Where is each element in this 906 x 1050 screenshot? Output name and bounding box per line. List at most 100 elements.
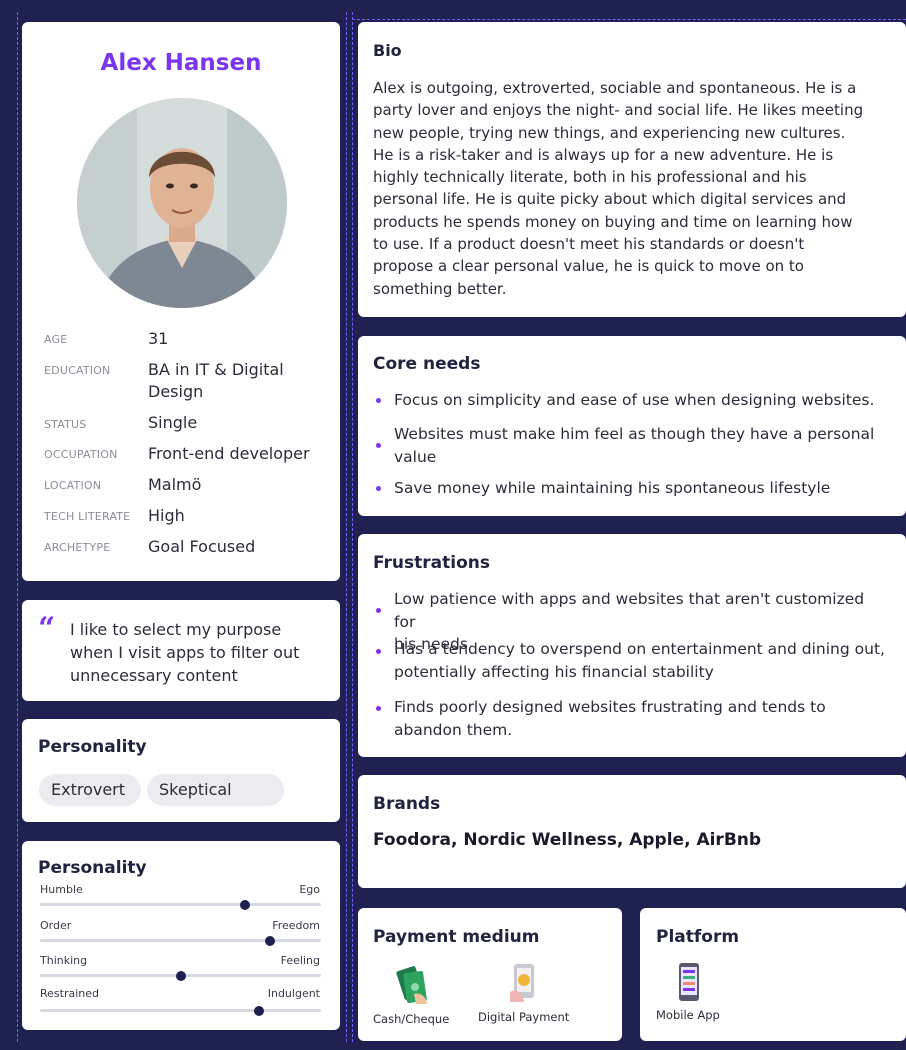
- frustration-line: Low patience with apps and websites that…: [394, 590, 865, 631]
- slider-left-label: Thinking: [40, 954, 88, 967]
- quote-line: when I visit apps to filter out: [70, 643, 300, 662]
- slider-right-label: Indulgent: [267, 987, 320, 1000]
- attr-value-education-line: Design: [148, 382, 204, 401]
- attr-label-location: LOCATION: [44, 479, 102, 492]
- personality-sliders-card: Personality Humble Ego Order Freedom Thi…: [22, 841, 340, 1030]
- avatar: [77, 98, 287, 308]
- attr-label-education: EDUCATION: [44, 364, 111, 377]
- bullet-dot: [376, 443, 381, 448]
- avatar-photo: [77, 98, 287, 308]
- core-need-line: Save money while maintaining his spontan…: [394, 479, 831, 497]
- slider-left-label: Restrained: [40, 987, 100, 1000]
- bullet-dot: [376, 706, 381, 711]
- bio-card: Bio Alex is outgoing, extroverted, socia…: [358, 22, 906, 317]
- guide-line: [352, 19, 906, 20]
- bio-line: propose a clear personal value, he is qu…: [373, 257, 804, 276]
- slider-right-label: Ego: [299, 883, 320, 896]
- bio-line: He is a risk-taker and is always up for …: [373, 145, 834, 164]
- slider-track-order-freedom: [40, 935, 321, 946]
- core-need-item: Focus on simplicity and ease of use when…: [394, 389, 889, 412]
- core-need-item: Websites must make him feel as though th…: [394, 423, 889, 468]
- payment-label: Cash/Cheque: [373, 1012, 450, 1026]
- brands-list: Foodora, Nordic Wellness, Apple, AirBnb: [373, 830, 762, 850]
- frustration-line: Has a tendency to overspend on entertain…: [394, 640, 885, 658]
- core-need-line: value: [394, 447, 437, 466]
- core-need-line: Focus on simplicity and ease of use when…: [394, 391, 875, 409]
- frustrations-card: Frustrations Low patience with apps and …: [358, 534, 906, 757]
- attr-value-status: Single: [148, 413, 198, 432]
- attr-label-tech-literate: TECH LITERATE: [44, 510, 131, 523]
- quote-card: “ I like to select my purpose when I vis…: [22, 600, 340, 701]
- brands-title: Brands: [373, 794, 441, 814]
- slider-right-label: Freedom: [272, 919, 320, 932]
- quote-line: unnecessary content: [70, 666, 238, 685]
- personality-sliders-title: Personality: [38, 858, 147, 878]
- attr-value-age: 31: [148, 329, 169, 348]
- slider-track-thinking-feeling: [40, 970, 321, 981]
- bio-text: Alex is outgoing, extroverted, sociable …: [373, 77, 863, 300]
- attr-value-location: Malmö: [148, 475, 202, 494]
- payment-title: Payment medium: [373, 927, 540, 947]
- slider-track-humble-ego: [40, 899, 321, 910]
- frustration-line: potentially affecting his financial stab…: [394, 662, 714, 681]
- trait-chip-extrovert: Extrovert: [39, 774, 141, 806]
- platform-card: Platform Mobile App: [640, 908, 906, 1041]
- bullet-dot: [376, 649, 381, 654]
- digital-payment-icon: [510, 964, 534, 1002]
- personality-traits-card: Personality Extrovert Skeptical: [22, 719, 340, 822]
- frustration-line: abandon them.: [394, 720, 513, 739]
- attr-value-occupation: Front-end developer: [148, 444, 310, 463]
- bullet-dot: [376, 398, 381, 403]
- bio-line: Alex is outgoing, extroverted, sociable …: [373, 79, 857, 97]
- attr-label-status: STATUS: [44, 418, 87, 431]
- trait-chip-skeptical: Skeptical: [147, 774, 284, 806]
- mobile-app-icon: [679, 963, 699, 1001]
- slider-left-label: Order: [40, 919, 72, 932]
- personality-traits-title: Personality: [38, 737, 147, 757]
- quote-line: I like to select my purpose: [70, 620, 282, 639]
- attr-label-age: AGE: [44, 333, 68, 346]
- persona-name: Alex Hansen: [100, 50, 262, 76]
- payment-label: Digital Payment: [478, 1010, 570, 1024]
- frustration-item: Finds poorly designed websites frustrati…: [394, 696, 889, 741]
- bio-line: new people, trying new things, and exper…: [373, 123, 846, 142]
- slider-thumb: [240, 899, 251, 910]
- slider-track-restrained-indulgent: [40, 1005, 321, 1016]
- attr-label-archetype: ARCHETYPE: [44, 541, 111, 554]
- slider-right-label: Feeling: [280, 954, 320, 967]
- core-needs-title: Core needs: [373, 354, 481, 374]
- profile-card: Alex Hansen AGE 31 EDUCATION BA in IT & …: [22, 22, 340, 581]
- payment-card: Payment medium Cash/Cheque Digital Payme…: [358, 908, 622, 1041]
- cash-icon: [396, 966, 427, 1004]
- core-need-line: Websites must make him feel as though th…: [394, 425, 875, 443]
- core-need-item: Save money while maintaining his spontan…: [394, 477, 889, 500]
- slider-thumb: [254, 1005, 265, 1016]
- quote-icon: “: [38, 611, 56, 646]
- bio-line: highly technically literate, both in his…: [373, 168, 807, 187]
- bio-line: party lover and enjoys the night- and so…: [373, 101, 864, 120]
- bullet-dot: [376, 486, 381, 491]
- core-needs-card: Core needs Focus on simplicity and ease …: [358, 336, 906, 516]
- frustration-item: Has a tendency to overspend on entertain…: [394, 638, 889, 683]
- frustration-line: Finds poorly designed websites frustrati…: [394, 698, 826, 716]
- bio-title: Bio: [373, 41, 402, 60]
- attr-value-education-line: BA in IT & Digital: [148, 360, 284, 379]
- bio-line: something better.: [373, 279, 507, 298]
- bullet-dot: [376, 608, 381, 613]
- platform-label: Mobile App: [656, 1008, 720, 1022]
- attr-value-education: BA in IT & Digital Design: [148, 359, 284, 403]
- bio-line: to use. If a product doesn't meet his st…: [373, 235, 805, 254]
- attr-label-occupation: OCCUPATION: [44, 448, 118, 461]
- frustrations-title: Frustrations: [373, 553, 490, 573]
- brands-card: Brands Foodora, Nordic Wellness, Apple, …: [358, 775, 906, 888]
- slider-thumb: [175, 970, 186, 981]
- attr-value-tech-literate: High: [148, 506, 185, 525]
- platform-title: Platform: [656, 927, 740, 947]
- guide-line: [352, 12, 353, 1042]
- slider-thumb: [265, 935, 276, 946]
- guide-line: [346, 12, 347, 1042]
- slider-left-label: Humble: [40, 883, 83, 896]
- bio-line: personal life. He is quite picky about w…: [373, 190, 847, 209]
- quote-text: I like to select my purpose when I visit…: [70, 618, 326, 687]
- guide-line: [17, 12, 18, 1042]
